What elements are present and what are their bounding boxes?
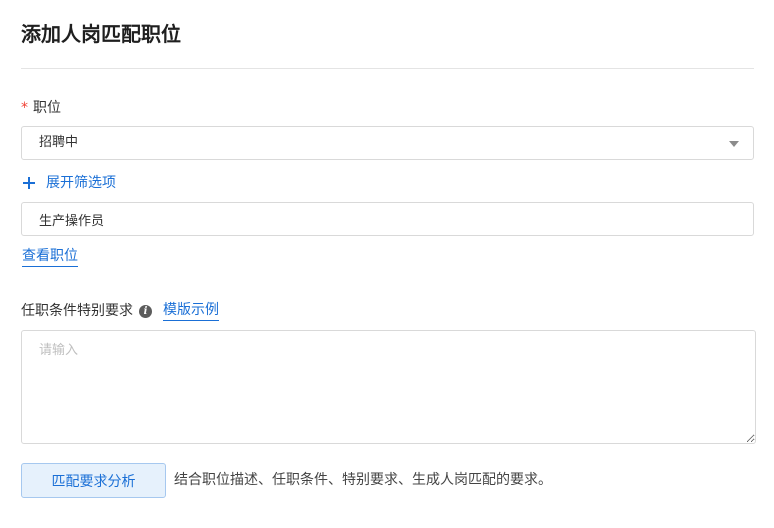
template-example-link[interactable]: 模版示例 <box>163 301 219 321</box>
plus-icon <box>21 173 37 193</box>
view-job-link[interactable]: 查看职位 <box>22 246 78 267</box>
requirements-textarea[interactable] <box>21 330 756 444</box>
job-status-select-value: 招聘中 <box>39 135 79 150</box>
job-label-text: 职位 <box>33 100 61 116</box>
job-search-input[interactable] <box>21 202 754 236</box>
requirements-label-row: 任职条件特别要求 i 模版示例 <box>21 301 219 321</box>
expand-filters-label: 展开筛选项 <box>46 175 116 191</box>
analyze-hint-text: 结合职位描述、任职条件、特别要求、生成人岗匹配的要求。 <box>174 472 552 488</box>
expand-filters-link[interactable]: 展开筛选项 <box>21 173 116 193</box>
job-status-select[interactable]: 招聘中 <box>21 126 754 160</box>
info-icon[interactable]: i <box>139 304 152 318</box>
analyze-requirements-button[interactable]: 匹配要求分析 <box>21 463 166 498</box>
chevron-down-icon <box>729 141 739 147</box>
page-title: 添加人岗匹配职位 <box>21 22 181 46</box>
requirements-label: 任职条件特别要求 <box>21 303 133 319</box>
title-divider <box>21 68 754 69</box>
job-field-label: * 职位 <box>21 98 61 118</box>
required-mark: * <box>21 100 28 116</box>
